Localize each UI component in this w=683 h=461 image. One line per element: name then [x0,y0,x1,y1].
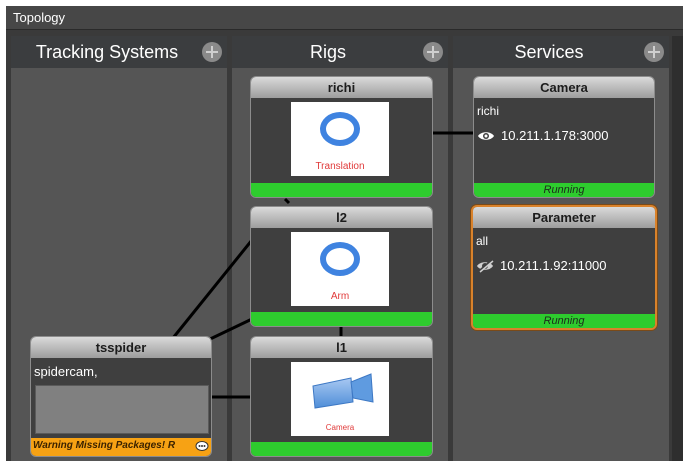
service-status-bar: Running [474,183,654,197]
tracking-system-name: tsspider [31,337,211,358]
service-status-bar: Running [473,314,655,328]
service-card-camera[interactable]: Camera richi 10.211.1.178:3000 Running [473,76,655,198]
ring-icon [320,242,360,276]
service-name: Camera [474,77,654,98]
rig-card-richi[interactable]: richi Translation [250,76,433,198]
rig-thumbnail: Arm [291,232,389,306]
warning-text: Warning Missing Packages! R [33,440,176,451]
tracking-system-subtitle: spidercam, [34,364,98,379]
eye-slash-icon[interactable] [476,259,494,276]
rig-thumbnail: Camera [291,362,389,436]
tracking-system-card[interactable]: tsspider spidercam, Warning Missing Pack… [30,336,212,457]
rig-status-bar [251,183,432,197]
service-scope: richi [477,104,500,118]
service-name: Parameter [473,207,655,228]
service-address: 10.211.1.178:3000 [501,128,609,143]
rig-thumbnail-label: Arm [330,291,350,302]
service-address-row: 10.211.1.178:3000 [477,128,608,146]
connector-richi-l2 [283,197,291,205]
rig-thumbnail-label: Camera [325,423,355,432]
camera-icon [312,373,374,409]
rig-card-l1[interactable]: l1 Camera [250,336,433,457]
rig-status-bar [251,442,432,456]
topology-window: Topology Tracking Systems Rigs Services … [6,6,683,461]
warning-bar: Warning Missing Packages! R [31,438,211,456]
service-address-row: 10.211.1.92:11000 [476,258,607,276]
rig-name: richi [251,77,432,98]
tracking-system-details-box [35,385,209,434]
rig-status-bar [251,312,432,326]
service-status: Running [543,184,585,196]
connector-tsspider-l2b [205,317,253,343]
rig-name: l1 [251,337,432,358]
service-address: 10.211.1.92:11000 [500,258,607,273]
rig-thumbnail: Translation [291,102,389,176]
rig-card-l2[interactable]: l2 Arm [250,206,433,327]
eye-icon[interactable] [477,129,495,146]
service-status: Running [543,315,585,327]
ring-icon [320,112,360,146]
rig-name: l2 [251,207,432,228]
service-scope: all [476,234,489,248]
rig-thumbnail-label: Translation [315,161,365,172]
service-card-parameter[interactable]: Parameter all 10.211.1.92:11000 Running [471,205,657,330]
chat-icon[interactable] [195,440,209,452]
